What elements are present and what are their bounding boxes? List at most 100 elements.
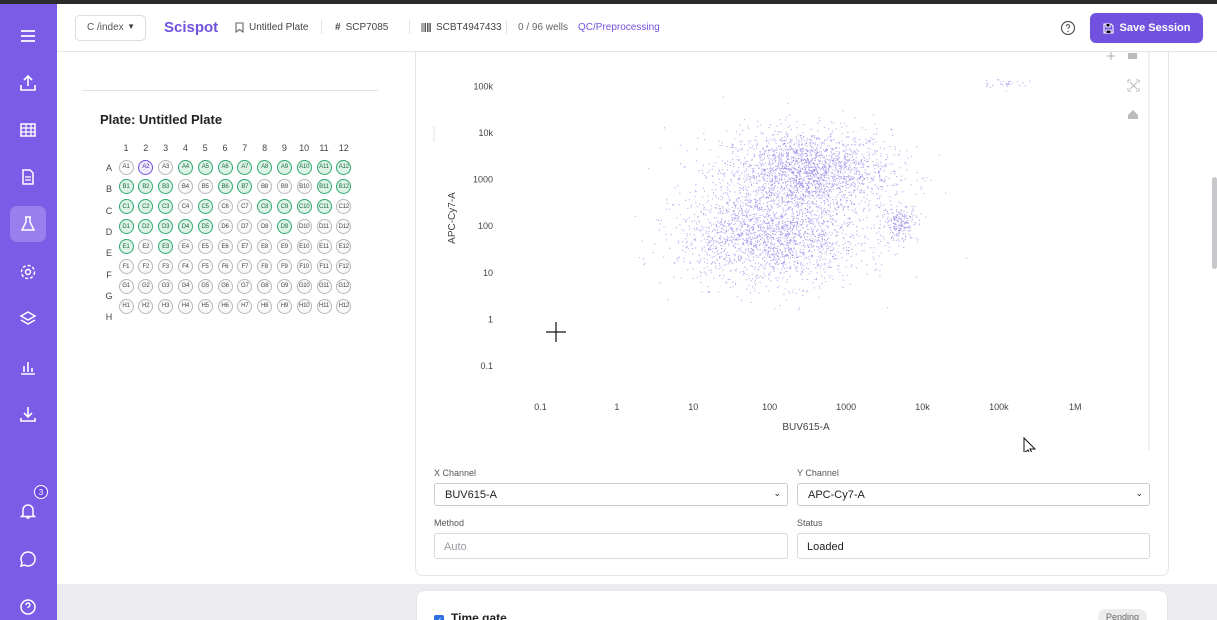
stage-label[interactable]: QC/Preprocessing <box>578 22 660 33</box>
plate-well[interactable]: D5 <box>197 219 213 235</box>
plate-well[interactable]: C1 <box>118 199 134 215</box>
plate-well[interactable]: F6 <box>217 259 233 274</box>
scrollbar-thumb[interactable] <box>1212 177 1217 269</box>
plate-well[interactable]: G2 <box>138 278 154 294</box>
plate-well[interactable]: G4 <box>177 278 193 294</box>
plate-well[interactable]: F3 <box>158 259 174 274</box>
plate-well[interactable]: C5 <box>197 199 213 215</box>
plate-well[interactable]: D8 <box>257 219 273 235</box>
plate-well[interactable]: G11 <box>316 278 332 294</box>
scatter-plot[interactable]: 0.1 1 10 100 1000 10k 100k 1M 0.1110100100010k1… <box>415 52 1169 452</box>
save-session-button[interactable]: Save Session <box>1090 13 1203 43</box>
plate-well[interactable]: D9 <box>276 219 292 235</box>
plate-id[interactable]: # SCP7085 <box>335 22 388 33</box>
chat-icon[interactable] <box>10 541 46 577</box>
plate-well[interactable]: D12 <box>336 219 352 235</box>
plate-well[interactable]: E8 <box>257 239 273 255</box>
plate-well[interactable]: D2 <box>138 219 154 235</box>
plate-well[interactable]: A1 <box>118 159 134 175</box>
plate-well[interactable]: G1 <box>118 278 134 294</box>
scrollbar[interactable] <box>1210 52 1217 620</box>
plate-well[interactable]: C7 <box>237 199 253 215</box>
plate-well[interactable]: H6 <box>217 298 233 314</box>
plate-well[interactable]: E11 <box>316 239 332 255</box>
plate-well[interactable]: G5 <box>197 278 213 294</box>
app-logo[interactable]: Scispot <box>164 19 218 36</box>
plate-well[interactable]: A10 <box>296 159 312 175</box>
plate-well[interactable]: C2 <box>138 199 154 215</box>
plate-well[interactable]: B9 <box>276 179 292 195</box>
plate-well[interactable]: A11 <box>316 159 332 175</box>
plate-well[interactable]: D7 <box>237 219 253 235</box>
plate-well[interactable]: A5 <box>197 159 213 175</box>
gear-icon[interactable] <box>10 254 46 290</box>
plate-well[interactable]: H12 <box>336 298 352 314</box>
bell-icon[interactable]: 3 <box>10 485 48 529</box>
table-icon[interactable] <box>10 112 46 148</box>
plate-well[interactable]: F8 <box>257 259 273 274</box>
plate-well[interactable]: E6 <box>217 239 233 255</box>
plate-well[interactable]: F7 <box>237 259 253 274</box>
help-icon[interactable] <box>10 589 46 620</box>
plate-well[interactable]: F11 <box>316 259 332 274</box>
document-icon[interactable] <box>10 159 46 195</box>
time-gate-checkbox[interactable]: ✓ <box>434 615 444 620</box>
plate-well[interactable]: B6 <box>217 179 233 195</box>
plate-well[interactable]: C3 <box>158 199 174 215</box>
plate-well[interactable]: E3 <box>158 239 174 255</box>
plate-well[interactable]: B1 <box>118 179 134 195</box>
flask-icon[interactable] <box>10 206 46 242</box>
plate-well[interactable]: A12 <box>336 159 352 175</box>
plate-well[interactable]: C8 <box>257 199 273 215</box>
plus-icon[interactable] <box>1107 52 1115 60</box>
plate-well[interactable]: H3 <box>158 298 174 314</box>
plate-well[interactable]: G3 <box>158 278 174 294</box>
plate-well[interactable]: H4 <box>177 298 193 314</box>
plate-well[interactable]: D11 <box>316 219 332 235</box>
x-channel-select[interactable]: BUV615-A ⌄ <box>434 483 788 506</box>
bar-chart-icon[interactable] <box>10 349 46 385</box>
y-channel-select[interactable]: APC-Cy7-A ⌄ <box>797 483 1150 506</box>
home-icon[interactable] <box>1128 110 1138 119</box>
plate-well[interactable]: B12 <box>336 179 352 195</box>
plate-well[interactable]: E9 <box>276 239 292 255</box>
plate-well[interactable]: D4 <box>177 219 193 235</box>
index-select[interactable]: C /index ▼ <box>75 15 146 41</box>
minus-icon[interactable] <box>1128 53 1137 59</box>
plate-well[interactable]: D10 <box>296 219 312 235</box>
plate-well[interactable]: G12 <box>336 278 352 294</box>
plate-well[interactable]: C6 <box>217 199 233 215</box>
plate-well[interactable]: D6 <box>217 219 233 235</box>
plate-well[interactable]: E4 <box>177 239 193 255</box>
plate-well[interactable]: F2 <box>138 259 154 274</box>
plate-well[interactable]: B10 <box>296 179 312 195</box>
plate-well[interactable]: A2 <box>138 159 154 175</box>
plate-well[interactable]: H2 <box>138 298 154 314</box>
plate-well[interactable]: G8 <box>257 278 273 294</box>
barcode[interactable]: SCBT4947433 <box>421 22 502 33</box>
plate-well[interactable]: F1 <box>118 259 134 274</box>
plate-well[interactable]: B4 <box>177 179 193 195</box>
menu-icon[interactable] <box>10 18 46 54</box>
plate-well[interactable]: F5 <box>197 259 213 274</box>
plate-well[interactable]: E1 <box>118 239 134 255</box>
plate-well[interactable]: G10 <box>296 278 312 294</box>
plate-well[interactable]: E2 <box>138 239 154 255</box>
plate-well[interactable]: A9 <box>276 159 292 175</box>
plate-well[interactable]: A6 <box>217 159 233 175</box>
plate-well[interactable]: A7 <box>237 159 253 175</box>
plate-well[interactable]: B3 <box>158 179 174 195</box>
plate-well[interactable]: A4 <box>177 159 193 175</box>
plate-name[interactable]: Untitled Plate <box>235 22 308 33</box>
plate-well[interactable]: F10 <box>296 259 312 274</box>
help-circle-icon[interactable] <box>1060 20 1076 36</box>
layers-icon[interactable] <box>10 301 46 337</box>
plate-well[interactable]: H1 <box>118 298 134 314</box>
plate-well[interactable]: C11 <box>316 199 332 215</box>
plate-well[interactable]: G9 <box>276 278 292 294</box>
download-icon[interactable] <box>10 396 46 432</box>
plate-well[interactable]: C4 <box>177 199 193 215</box>
upload-icon[interactable] <box>10 65 46 101</box>
plate-well[interactable]: B8 <box>257 179 273 195</box>
plate-well[interactable]: H10 <box>296 298 312 314</box>
